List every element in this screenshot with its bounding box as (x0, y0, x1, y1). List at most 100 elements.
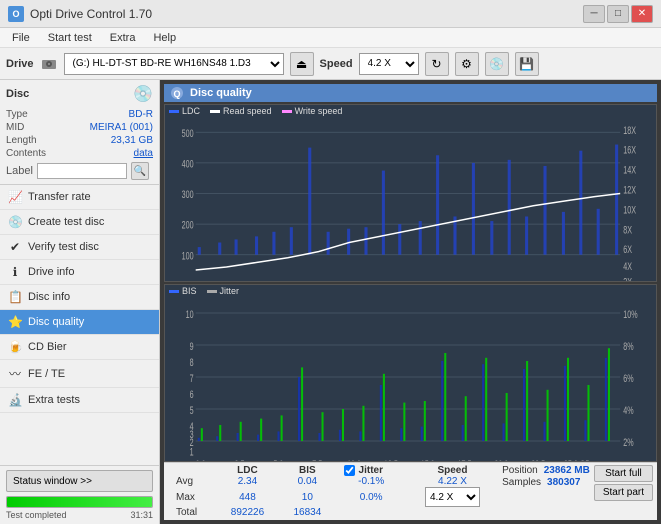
write-speed-dot (282, 110, 292, 113)
svg-text:18X: 18X (623, 124, 636, 136)
minimize-button[interactable]: ─ (583, 5, 605, 23)
svg-text:22.5: 22.5 (531, 279, 545, 282)
svg-text:100: 100 (182, 250, 194, 262)
svg-text:15.0: 15.0 (421, 279, 435, 282)
svg-text:20.0: 20.0 (494, 457, 508, 462)
sidebar-item-label: Drive info (28, 266, 74, 278)
sidebar-item-transfer-rate[interactable]: 📈 Transfer rate (0, 185, 159, 210)
disc-label-input[interactable] (37, 163, 127, 179)
settings-button[interactable]: ⚙ (455, 52, 479, 76)
maximize-button[interactable]: □ (607, 5, 629, 23)
menu-file[interactable]: File (4, 31, 38, 45)
action-buttons: Start full Start part (594, 465, 653, 518)
svg-text:10%: 10% (623, 307, 637, 320)
max-ldc: 448 (216, 487, 279, 507)
speed-info: Position 23862 MB Samples 380307 (502, 465, 590, 518)
sidebar-item-label: FE / TE (28, 368, 65, 380)
jitter-checkbox[interactable] (344, 465, 355, 476)
status-section: Status window >> Test completed 31:31 (0, 465, 159, 524)
svg-text:20.0: 20.0 (494, 279, 508, 282)
extra-tests-icon: 🔬 (8, 393, 22, 407)
status-time: 31:31 (130, 510, 153, 520)
menu-start-test[interactable]: Start test (40, 31, 100, 45)
total-bis: 16834 (279, 507, 335, 518)
refresh-button[interactable]: ↻ (425, 52, 449, 76)
speed-select[interactable]: 4.2 X (359, 53, 419, 75)
svg-text:10.0: 10.0 (347, 279, 361, 282)
svg-text:8X: 8X (623, 224, 632, 236)
sidebar-item-disc-info[interactable]: 📋 Disc info (0, 285, 159, 310)
disc-type-label: Type (6, 109, 28, 120)
sidebar-item-label: Disc info (28, 291, 70, 303)
svg-text:10X: 10X (623, 204, 636, 216)
sidebar-item-drive-info[interactable]: ℹ Drive info (0, 260, 159, 285)
disc-button[interactable]: 💿 (485, 52, 509, 76)
svg-text:8: 8 (190, 355, 194, 368)
svg-text:17.5: 17.5 (458, 279, 472, 282)
drive-icon (40, 55, 58, 73)
drive-info-icon: ℹ (8, 265, 22, 279)
close-button[interactable]: ✕ (631, 5, 653, 23)
position-value: 23862 MB (544, 465, 590, 476)
legend-read-label: Read speed (223, 106, 272, 116)
svg-text:200: 200 (182, 219, 194, 231)
svg-text:22.5: 22.5 (531, 457, 545, 462)
position-label: Position (502, 465, 538, 476)
sidebar-item-fe-te[interactable]: 〰 FE / TE (0, 360, 159, 388)
sidebar-item-create-test-disc[interactable]: 💿 Create test disc (0, 210, 159, 235)
samples-row: Samples 380307 (502, 477, 590, 488)
svg-text:2%: 2% (623, 435, 633, 448)
title-bar-left: O Opti Drive Control 1.70 (8, 6, 152, 22)
ldc-dot (169, 110, 179, 113)
disc-label-button[interactable]: 🔍 (131, 162, 149, 180)
svg-text:25.0 GB: 25.0 GB (564, 279, 590, 282)
svg-text:0.0: 0.0 (196, 457, 206, 462)
sidebar-item-cd-bier[interactable]: 🍺 CD Bier (0, 335, 159, 360)
right-panel: Q Disc quality LDC Read speed (160, 80, 661, 524)
start-part-button[interactable]: Start part (594, 484, 653, 501)
legend-write-speed: Write speed (282, 106, 343, 116)
svg-text:12X: 12X (623, 184, 636, 196)
disc-contents-value[interactable]: data (134, 148, 153, 159)
sidebar-item-extra-tests[interactable]: 🔬 Extra tests (0, 388, 159, 413)
disc-quality-icon: ⭐ (8, 315, 22, 329)
speed-dropdown[interactable]: 4.2 X (425, 487, 480, 507)
sidebar-item-verify-test-disc[interactable]: ✔ Verify test disc (0, 235, 159, 260)
transfer-rate-icon: 📈 (8, 190, 22, 204)
chart1-legend: LDC Read speed Write speed (165, 105, 656, 117)
svg-text:7: 7 (190, 371, 194, 384)
sidebar-item-label: Disc quality (28, 316, 84, 328)
svg-text:12.5: 12.5 (384, 457, 398, 462)
menu-help[interactable]: Help (145, 31, 184, 45)
svg-text:9: 9 (190, 339, 194, 352)
eject-button[interactable]: ⏏ (290, 52, 314, 76)
save-button[interactable]: 💾 (515, 52, 539, 76)
stats-max-row: Max 448 10 0.0% 4.2 X (168, 487, 498, 507)
svg-text:2.5: 2.5 (235, 457, 245, 462)
status-window-button[interactable]: Status window >> (6, 470, 153, 492)
disc-mid-label: MID (6, 122, 24, 133)
sidebar-item-label: Create test disc (28, 216, 104, 228)
chart2-svg: 10 9 8 7 6 5 4 3 2 1 10% 8% 6% 4% 2% (165, 297, 656, 462)
max-label: Max (168, 487, 216, 507)
sidebar-item-label: Verify test disc (28, 241, 99, 253)
stats-avg-row: Avg 2.34 0.04 -0.1% 4.22 X (168, 476, 498, 487)
svg-text:6%: 6% (623, 371, 633, 384)
avg-speed: 4.22 X (407, 476, 498, 487)
disc-contents-label: Contents (6, 148, 46, 159)
disc-header: Disc 💿 (6, 84, 153, 104)
sidebar-item-disc-quality[interactable]: ⭐ Disc quality (0, 310, 159, 335)
main-content: Disc 💿 Type BD-R MID MEIRA1 (001) Length… (0, 80, 661, 524)
disc-length-row: Length 23,31 GB (6, 134, 153, 147)
menu-extra[interactable]: Extra (102, 31, 144, 45)
stats-row: LDC BIS Jitter Speed (168, 465, 653, 518)
chart2-wrapper: BIS Jitter 10 9 (164, 284, 657, 462)
jitter-section: Jitter (344, 465, 399, 476)
drive-select[interactable]: (G:) HL-DT-ST BD-RE WH16NS48 1.D3 (64, 53, 284, 75)
col-header-speed: Speed (407, 465, 498, 476)
sidebar-item-label: Transfer rate (28, 191, 91, 203)
svg-text:6: 6 (190, 387, 194, 400)
stats-total-row: Total 892226 16834 (168, 507, 498, 518)
app-title: Opti Drive Control 1.70 (30, 7, 152, 21)
start-full-button[interactable]: Start full (594, 465, 653, 482)
